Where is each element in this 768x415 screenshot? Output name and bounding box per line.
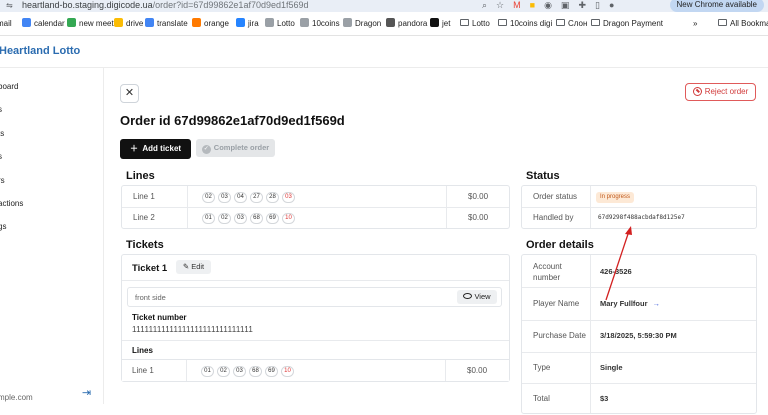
annotation-arrow [605,226,632,301]
